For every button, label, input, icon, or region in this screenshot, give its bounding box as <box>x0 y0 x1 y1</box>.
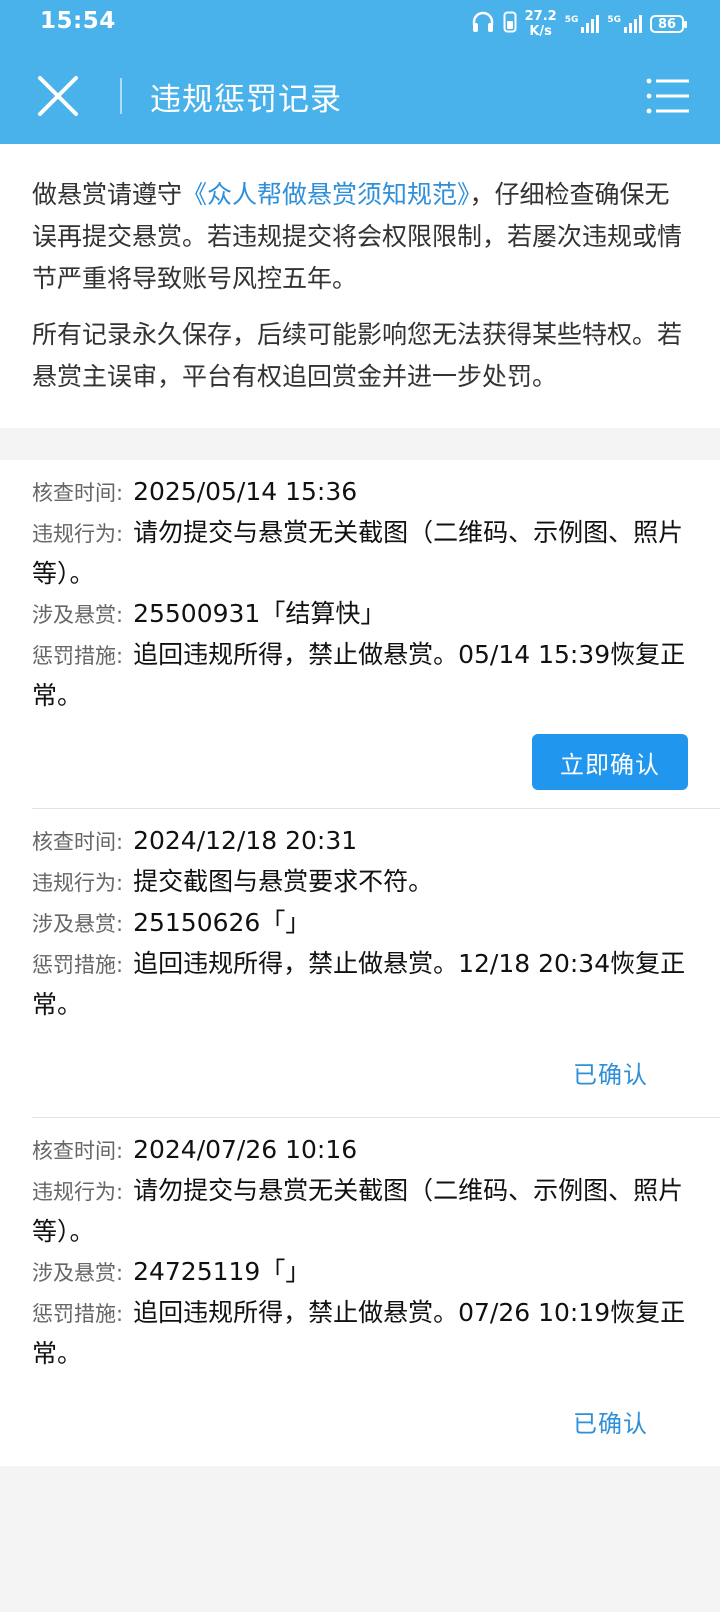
rules-link[interactable]: 《众人帮做悬赏须知规范》 <box>182 180 470 209</box>
violation-label: 违规行为: <box>32 1180 124 1204</box>
record-penalty: 惩罚措施: 追回违规所得，禁止做悬赏。07/26 10:19恢复正常。 <box>32 1293 688 1374</box>
penalty-label: 惩罚措施: <box>32 644 124 668</box>
record-check-time: 核查时间: 2024/12/18 20:31 <box>32 821 688 862</box>
check-time-label: 核查时间: <box>32 830 124 854</box>
signal-label-2: 5G <box>607 15 621 25</box>
top-bar: 15:54 27.2 K/s 5G 5G 86 违规惩罚记录 <box>0 0 720 144</box>
penalty-value: 追回违规所得，禁止做悬赏。07/26 10:19恢复正常。 <box>32 1298 686 1368</box>
confirm-now-button[interactable]: 立即确认 <box>532 734 688 790</box>
penalty-value: 追回违规所得，禁止做悬赏。12/18 20:34恢复正常。 <box>32 949 686 1019</box>
check-time-value: 2025/05/14 15:36 <box>133 477 358 506</box>
violation-value: 请勿提交与悬赏无关截图（二维码、示例图、照片等）。 <box>32 1176 684 1246</box>
record-item: 核查时间: 2024/12/18 20:31 违规行为: 提交截图与悬赏要求不符。 … <box>32 808 720 1117</box>
confirmed-status: 已确认 <box>573 1410 648 1438</box>
check-time-value: 2024/07/26 10:16 <box>133 1135 358 1164</box>
record-reward: 涉及悬赏: 25500931「结算快」 <box>32 594 688 635</box>
notice-text-prefix: 做悬赏请遵守 <box>32 180 183 209</box>
notice-paragraph-2: 所有记录永久保存，后续可能影响您无法获得某些特权。若悬赏主误审，平台有权追回赏金… <box>32 320 683 391</box>
status-icons: 27.2 K/s 5G 5G 86 <box>471 8 687 40</box>
notice-paragraph-1: 做悬赏请遵守《众人帮做悬赏须知规范》，仔细检查确保无误再提交悬赏。若违规提交将会… <box>32 174 688 300</box>
reward-value: 25500931「结算快」 <box>133 599 386 628</box>
network-speed: 27.2 K/s <box>525 9 557 39</box>
reward-value: 24725119「」 <box>133 1257 311 1286</box>
record-violation: 违规行为: 提交截图与悬赏要求不符。 <box>32 862 688 903</box>
battery-level: 86 <box>657 16 677 32</box>
record-actions: 已确认 <box>32 1374 688 1466</box>
signal-icon-2: 5G <box>607 15 642 33</box>
menu-button[interactable] <box>646 76 690 116</box>
reward-label: 涉及悬赏: <box>32 912 124 936</box>
close-button[interactable] <box>34 72 82 120</box>
records-list: 核查时间: 2025/05/14 15:36 违规行为: 请勿提交与悬赏无关截图（二… <box>0 460 720 1466</box>
violation-label: 违规行为: <box>32 522 124 546</box>
penalty-label: 惩罚措施: <box>32 953 124 977</box>
check-time-value: 2024/12/18 20:31 <box>133 826 358 855</box>
record-actions: 立即确认 <box>32 716 688 808</box>
check-time-label: 核查时间: <box>32 1139 124 1163</box>
record-violation: 违规行为: 请勿提交与悬赏无关截图（二维码、示例图、照片等）。 <box>32 513 688 594</box>
record-check-time: 核查时间: 2024/07/26 10:16 <box>32 1130 688 1171</box>
record-violation: 违规行为: 请勿提交与悬赏无关截图（二维码、示例图、照片等）。 <box>32 1171 688 1252</box>
penalty-label: 惩罚措施: <box>32 1302 124 1326</box>
record-item: 核查时间: 2025/05/14 15:36 违规行为: 请勿提交与悬赏无关截图（二… <box>32 460 720 808</box>
nav-bar: 违规惩罚记录 <box>0 48 720 144</box>
record-check-time: 核查时间: 2025/05/14 15:36 <box>32 472 688 513</box>
network-speed-unit: K/s <box>529 24 552 39</box>
notice-panel: 做悬赏请遵守《众人帮做悬赏须知规范》，仔细检查确保无误再提交悬赏。若违规提交将会… <box>0 144 720 428</box>
status-time: 15:54 <box>40 8 116 34</box>
nav-divider <box>120 78 122 114</box>
record-penalty: 惩罚措施: 追回违规所得，禁止做悬赏。05/14 15:39恢复正常。 <box>32 635 688 716</box>
headphones-icon <box>471 11 495 37</box>
signal-label: 5G <box>564 15 579 25</box>
status-bar: 15:54 27.2 K/s 5G 5G 86 <box>0 0 720 48</box>
menu-icon <box>646 78 689 114</box>
battery-icon: 86 <box>650 15 687 33</box>
penalty-value: 追回违规所得，禁止做悬赏。05/14 15:39恢复正常。 <box>32 640 686 710</box>
close-icon <box>38 76 78 116</box>
record-reward: 涉及悬赏: 25150626「」 <box>32 903 688 944</box>
record-reward: 涉及悬赏: 24725119「」 <box>32 1252 688 1293</box>
violation-value: 请勿提交与悬赏无关截图（二维码、示例图、照片等）。 <box>32 518 684 588</box>
record-penalty: 惩罚措施: 追回违规所得，禁止做悬赏。12/18 20:34恢复正常。 <box>32 944 688 1025</box>
record-actions: 已确认 <box>32 1025 688 1117</box>
violation-value: 提交截图与悬赏要求不符。 <box>133 867 434 896</box>
reward-label: 涉及悬赏: <box>32 603 124 627</box>
reward-label: 涉及悬赏: <box>32 1261 124 1285</box>
reward-value: 25150626「」 <box>133 908 311 937</box>
check-time-label: 核查时间: <box>32 481 124 505</box>
vibrate-icon <box>503 11 517 37</box>
page-title: 违规惩罚记录 <box>150 82 342 118</box>
signal-icon: 5G <box>565 15 600 33</box>
violation-label: 违规行为: <box>32 871 124 895</box>
network-speed-value: 27.2 <box>524 9 557 24</box>
record-item: 核查时间: 2024/07/26 10:16 违规行为: 请勿提交与悬赏无关截图（二… <box>32 1117 720 1466</box>
confirmed-status: 已确认 <box>573 1061 648 1089</box>
